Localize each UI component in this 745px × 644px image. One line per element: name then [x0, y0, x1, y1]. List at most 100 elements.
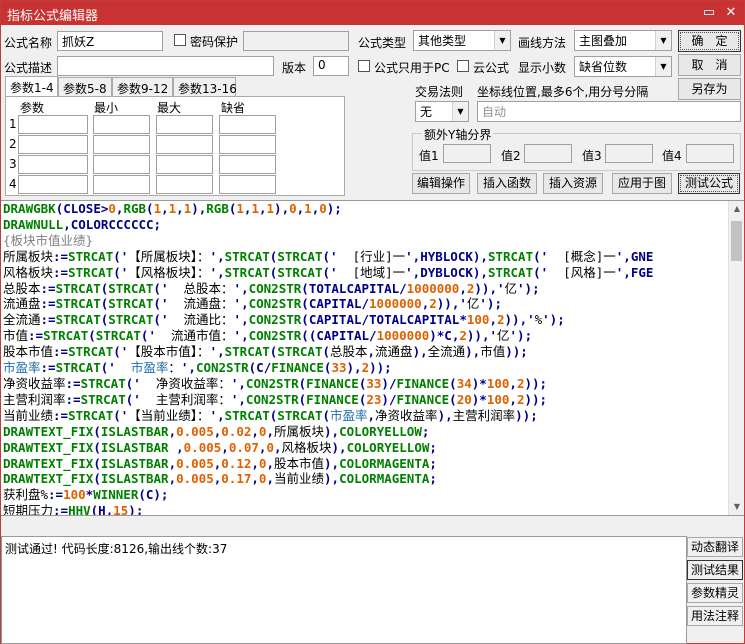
param-2-min[interactable]	[93, 135, 150, 154]
code-token: ),	[274, 201, 290, 216]
code-token: [行业]一	[337, 248, 406, 264]
test-output-panel: 测试通过! 代码长度:8126,输出线个数:37	[1, 536, 687, 644]
formula-desc-input[interactable]	[57, 56, 274, 76]
code-token: CON2STR	[248, 280, 302, 296]
code-token: CON2STR	[245, 375, 299, 391]
param-4-default[interactable]	[219, 175, 276, 194]
code-token: RGB	[206, 201, 229, 216]
password-input[interactable]	[243, 31, 349, 51]
code-token: 2	[459, 328, 467, 344]
scroll-down-icon[interactable]: ▼	[729, 499, 744, 515]
param-2-max[interactable]	[156, 135, 213, 154]
code-text[interactable]: DRAWGBK(CLOSE>0,RGB(1,1,1),RGB(1,1,1),0,…	[3, 201, 728, 515]
param-4-min[interactable]	[93, 175, 150, 194]
code-token: 市盈率	[3, 360, 41, 376]
code-token: ',HYBLOCK),	[405, 248, 488, 264]
code-token: STRCAT	[55, 312, 101, 328]
code-token: CON2STR	[248, 296, 302, 312]
draw-method-select[interactable]: 主图叠加 ▼	[574, 30, 672, 51]
formula-name-input[interactable]: 抓妖Z	[57, 31, 163, 51]
code-line: 所属板块:=STRCAT('【所属板块】：',STRCAT(STRCAT(' […	[3, 249, 728, 265]
edit-operation-button[interactable]: 编辑操作	[412, 173, 470, 194]
usage-notes-button[interactable]: 用法注释	[687, 606, 743, 626]
code-token: 当前业绩	[3, 407, 54, 423]
param-4-name[interactable]	[18, 175, 88, 194]
formula-type-label: 公式类型	[358, 36, 407, 50]
param-3-name[interactable]	[18, 155, 88, 174]
param-3-max[interactable]	[156, 155, 213, 174]
param-1-name[interactable]	[18, 115, 88, 134]
coord-line-input[interactable]: 自动	[477, 101, 741, 122]
code-token: 33	[366, 375, 382, 391]
cloud-formula-checkbox[interactable]	[457, 60, 469, 72]
code-token: 0.005	[176, 423, 214, 439]
code-line: DRAWTEXT_FIX(ISLASTBAR ,0.005,0.07,0,风格板…	[3, 440, 728, 456]
param-1-max[interactable]	[156, 115, 213, 134]
code-token: (	[298, 391, 307, 407]
code-line: DRAWTEXT_FIX(ISLASTBAR,0.005,0.17,0,当前业绩…	[3, 471, 728, 487]
password-checkbox[interactable]	[174, 34, 186, 46]
ok-button[interactable]: 确 定	[678, 30, 741, 52]
code-token: (	[449, 391, 457, 407]
code-token: (TOTALCAPITAL/	[301, 280, 407, 296]
decimals-select[interactable]: 缺省位数 ▼	[574, 56, 672, 77]
code-token: ',GNE	[615, 248, 654, 264]
code-token: STRCAT	[108, 296, 154, 312]
code-token: 【所属板块】：	[128, 248, 210, 264]
param-wizard-button[interactable]: 参数精灵	[687, 583, 743, 603]
insert-resource-button[interactable]: 插入资源	[543, 173, 603, 194]
code-token: )),'	[504, 312, 535, 328]
test-formula-button[interactable]: 测试公式	[678, 173, 740, 194]
pc-only-checkbox[interactable]	[358, 60, 370, 72]
code-token: 0	[108, 201, 116, 216]
y2-input[interactable]	[524, 144, 572, 163]
code-token: ,	[266, 423, 274, 439]
version-input[interactable]: 0	[313, 56, 349, 76]
code-token: STRCAT	[80, 375, 126, 391]
tab-params-1-4[interactable]: 参数1-4	[5, 76, 58, 97]
tab-params-9-12[interactable]: 参数9-12	[112, 77, 173, 96]
apply-to-chart-button[interactable]: 应用于图	[612, 173, 672, 194]
param-1-default[interactable]	[219, 115, 276, 134]
param-2-name[interactable]	[18, 135, 88, 154]
code-token: ,	[251, 423, 259, 439]
code-editor[interactable]: DRAWGBK(CLOSE>0,RGB(1,1,1),RGB(1,1,1),0,…	[1, 200, 744, 516]
scroll-thumb[interactable]	[731, 221, 742, 261]
y3-label: 值3	[582, 149, 602, 163]
code-token: )*	[471, 375, 487, 391]
param-1-min[interactable]	[93, 115, 150, 134]
code-token: 亿	[466, 296, 480, 312]
code-token: STRCAT	[55, 360, 101, 376]
code-token: ,	[367, 344, 376, 360]
vertical-scrollbar[interactable]: ▲ ▼	[728, 201, 744, 515]
params-panel: 参数 最小 最大 缺省 1 2 3 4	[5, 96, 345, 196]
minimize-icon[interactable]: ▭	[701, 5, 717, 21]
param-4-max[interactable]	[156, 175, 213, 194]
insert-function-button[interactable]: 插入函数	[477, 173, 537, 194]
param-3-default[interactable]	[219, 155, 276, 174]
code-token: COLORYELLOW	[339, 423, 422, 439]
param-3-min[interactable]	[93, 155, 150, 174]
code-token: 净资收益率	[375, 407, 438, 423]
close-icon[interactable]: ✕	[723, 5, 739, 21]
y3-input[interactable]	[605, 144, 653, 163]
code-token: :=	[48, 487, 64, 503]
dynamic-translate-button[interactable]: 动态翻译	[687, 537, 743, 557]
tab-params-5-8[interactable]: 参数5-8	[58, 77, 112, 96]
scroll-up-icon[interactable]: ▲	[729, 201, 744, 217]
code-token: 1	[251, 201, 259, 216]
tab-params-13-16[interactable]: 参数13-16	[173, 77, 237, 96]
test-result-button[interactable]: 测试结果	[687, 560, 743, 580]
code-token: 100	[466, 312, 490, 328]
code-token: ');	[479, 296, 502, 312]
code-token: 总股本	[330, 344, 368, 360]
param-2-default[interactable]	[219, 135, 276, 154]
code-line: 风格板块:=STRCAT('【风格板块】：',STRCAT(STRCAT(' […	[3, 265, 728, 281]
trade-rule-select[interactable]: 无 ▼	[415, 101, 469, 122]
save-as-button[interactable]: 另存为	[678, 78, 741, 100]
y1-input[interactable]	[443, 144, 491, 163]
code-token: )),'	[436, 296, 467, 312]
cancel-button[interactable]: 取 消	[678, 54, 741, 76]
y4-input[interactable]	[686, 144, 734, 163]
formula-type-select[interactable]: 其他类型 ▼	[413, 30, 511, 51]
